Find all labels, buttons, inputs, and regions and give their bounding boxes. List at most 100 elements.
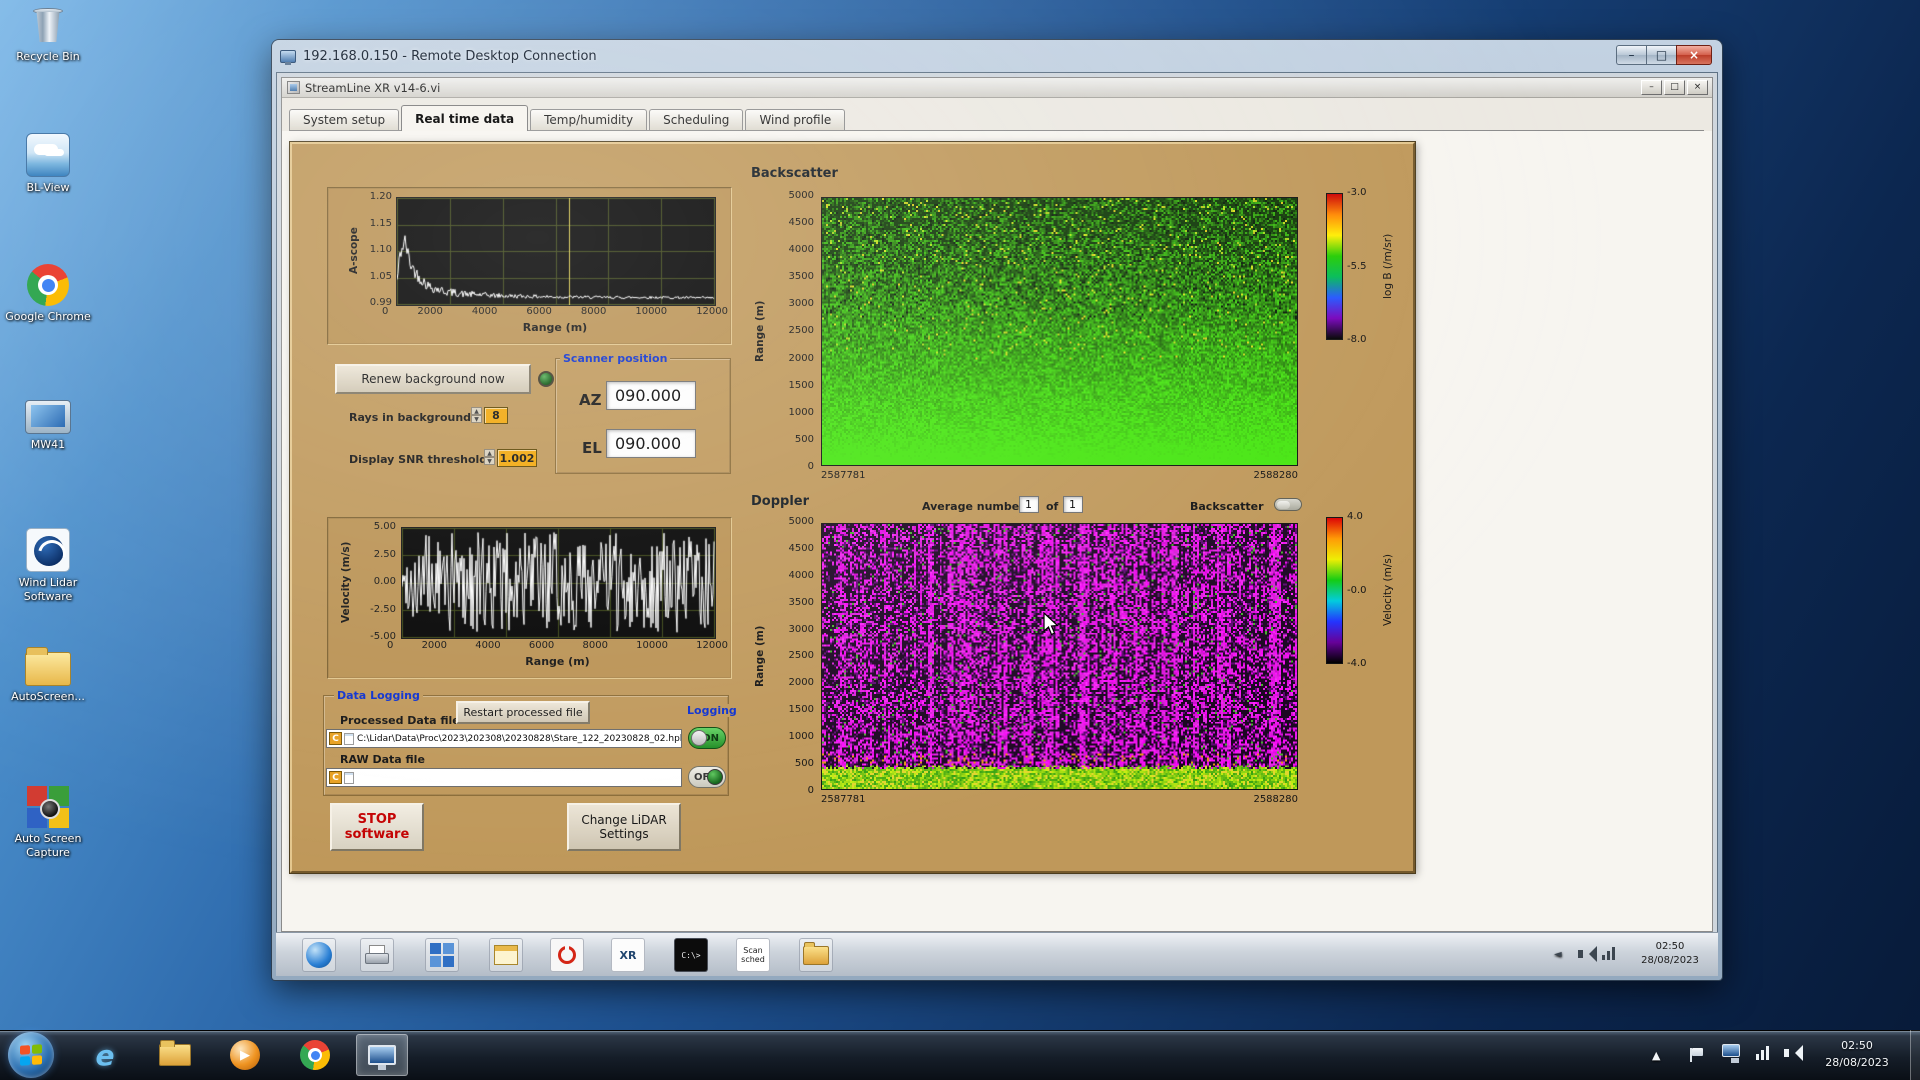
backscatter-colorbar [1326, 193, 1343, 340]
az-value-field[interactable]: 090.000 [606, 381, 696, 410]
tick-label: 1.15 [369, 217, 392, 229]
host-clock-time: 02:50 [1841, 1039, 1873, 1052]
tab-wind-profile[interactable]: Wind profile [745, 109, 846, 130]
tick-label: 2500 [788, 325, 814, 337]
average-number-field[interactable]: 1 [1019, 496, 1039, 513]
host-clock[interactable]: 02:50 28/08/2023 [1812, 1038, 1902, 1071]
mw41-icon [25, 400, 71, 434]
spin-down-icon[interactable]: ▼ [484, 457, 495, 465]
doppler-plot [821, 523, 1298, 790]
app-client-area: A-scope 1.20 1.15 1.10 1.05 0.99 0 2000 4000 60… [282, 131, 1712, 931]
processed-path-field[interactable]: C C:\Lidar\Data\Proc\2023\202308\2023082… [326, 729, 682, 748]
app-close-button[interactable]: × [1687, 80, 1708, 95]
processed-logging-toggle[interactable]: ON [688, 727, 726, 749]
spin-up-icon[interactable]: ▲ [471, 407, 482, 415]
xr-label: XR [619, 948, 637, 962]
desktop-icon-google-chrome[interactable]: Google Chrome [0, 264, 96, 324]
recycle-bin-icon [32, 8, 64, 46]
average-number-label: Average number [922, 500, 1025, 513]
tick-label: 0 [382, 306, 389, 317]
rays-spinner[interactable]: ▲ ▼ [471, 407, 482, 423]
backscatter-colorbar-label: log B (/m/sr) [1382, 233, 1394, 300]
doppler-colorbar-ticks: 4.0 -0.0 -4.0 [1347, 512, 1377, 669]
scansched-line2: sched [741, 955, 765, 964]
background-led-indicator[interactable] [538, 371, 554, 387]
snr-value-field[interactable]: 1.002 [497, 449, 537, 467]
rays-value-field[interactable]: 8 [484, 407, 508, 424]
tray-expand-icon[interactable]: ▲ [1652, 1049, 1660, 1062]
remote-network-icon[interactable] [1602, 947, 1615, 960]
rdp-monitor-icon [368, 1045, 396, 1070]
drive-icon[interactable]: C [329, 771, 342, 784]
app-restore-button[interactable]: □ [1664, 80, 1685, 95]
taskbar-explorer-icon[interactable] [152, 1034, 198, 1076]
scanner-position-title: Scanner position [560, 352, 671, 366]
tick-label: 0.00 [373, 576, 396, 587]
desktop-icon-bl-view[interactable]: BL-View [0, 133, 96, 195]
rdp-titlebar[interactable]: 192.168.0.150 - Remote Desktop Connectio… [272, 40, 1722, 72]
tick-label: 0 [387, 640, 394, 651]
tab-real-time-data[interactable]: Real time data [401, 105, 529, 131]
tick-label: 2000 [421, 640, 448, 651]
velocity-y-ticks: 5.00 2.50 0.00 -2.50 -5.00 [358, 522, 396, 642]
remote-quicklaunch-printer-icon[interactable] [360, 938, 394, 972]
remote-quicklaunch-folder-icon[interactable] [799, 938, 833, 972]
app-minimize-button[interactable]: – [1641, 80, 1662, 95]
drive-icon[interactable]: C [329, 732, 342, 745]
change-lidar-settings-button[interactable]: Change LiDAR Settings [567, 803, 681, 851]
desktop-icon-mw41[interactable]: MW41 [0, 400, 96, 452]
desktop-icon-recycle-bin[interactable]: Recycle Bin [0, 8, 96, 64]
spin-up-icon[interactable]: ▲ [484, 449, 495, 457]
taskbar-ie-icon[interactable]: e [82, 1034, 128, 1076]
file-page-icon [344, 732, 354, 745]
remote-quicklaunch-browser-icon[interactable] [302, 938, 336, 972]
rdp-maximize-button[interactable]: □ [1646, 45, 1676, 65]
raw-path-field[interactable]: C [326, 768, 682, 787]
remote-tray-collapse-icon[interactable]: ◄ [1554, 949, 1562, 960]
tick-label: 4000 [788, 244, 814, 256]
el-value-field[interactable]: 090.000 [606, 429, 696, 458]
remote-quicklaunch-xr-app-icon[interactable]: XR [611, 938, 645, 972]
tab-system-setup[interactable]: System setup [289, 109, 400, 130]
rdp-close-button[interactable]: × [1676, 45, 1712, 65]
processed-path-text: C:\Lidar\Data\Proc\2023\202308\20230828\… [357, 733, 682, 744]
snr-spinner[interactable]: ▲ ▼ [484, 449, 495, 465]
desktop-icon-wind-lidar-software[interactable]: Wind Lidar Software [0, 528, 96, 604]
tab-scheduling[interactable]: Scheduling [649, 109, 744, 130]
show-desktop-button[interactable] [1910, 1030, 1920, 1080]
tick-label: 1.05 [369, 270, 392, 282]
action-center-flag-icon[interactable] [1690, 1048, 1703, 1062]
desktop-icon-autoscreen[interactable]: AutoScreen... [0, 647, 96, 704]
average-total-field[interactable]: 1 [1063, 496, 1083, 513]
tick-label: 1000 [788, 406, 814, 418]
bl-view-icon [26, 133, 70, 177]
app-titlebar[interactable]: StreamLine XR v14-6.vi – □ × [282, 78, 1712, 98]
taskbar-media-player-icon[interactable]: ▶ [222, 1034, 268, 1076]
backscatter-toggle[interactable] [1274, 498, 1302, 511]
remote-quicklaunch-scan-sched-icon[interactable]: Scan sched [736, 938, 770, 972]
taskbar-chrome-icon[interactable] [292, 1034, 338, 1076]
rdp-minimize-button[interactable]: – [1616, 45, 1646, 65]
remote-quicklaunch-power-icon[interactable] [550, 938, 584, 972]
restart-processed-file-button[interactable]: Restart processed file [456, 701, 590, 724]
tray-network-icon[interactable] [1756, 1046, 1769, 1060]
tick-label: 2.50 [373, 548, 396, 560]
velocity-x-ticks: 0 2000 4000 6000 8000 10000 12000 [387, 641, 728, 651]
start-button[interactable] [8, 1032, 54, 1078]
ascope-plot [396, 197, 716, 306]
tick-label: 3000 [788, 623, 814, 635]
renew-background-button[interactable]: Renew background now [335, 364, 531, 394]
data-logging-title: Data Logging [334, 689, 423, 703]
tray-display-icon[interactable] [1722, 1044, 1740, 1063]
stop-software-button[interactable]: STOP software [330, 803, 424, 851]
desktop-icon-auto-screen-capture[interactable]: Auto Screen Capture [0, 786, 96, 860]
remote-quicklaunch-window-icon[interactable] [489, 938, 523, 972]
remote-clock[interactable]: 02:50 28/08/2023 [1628, 940, 1712, 968]
remote-quicklaunch-terminal-icon[interactable]: C:\> [674, 938, 708, 972]
raw-logging-toggle[interactable]: OFF [688, 766, 726, 788]
spin-down-icon[interactable]: ▼ [471, 415, 482, 423]
taskbar-rdp-icon[interactable] [356, 1034, 408, 1076]
tab-temp-humidity[interactable]: Temp/humidity [530, 109, 648, 130]
remote-quicklaunch-network-icon[interactable] [425, 938, 459, 972]
raw-data-file-label: RAW Data file [340, 753, 425, 766]
